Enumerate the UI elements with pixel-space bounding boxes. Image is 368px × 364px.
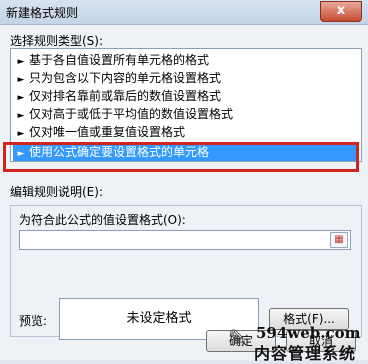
preview-text: 未设定格式 [126,311,192,326]
formula-label: 为符合此公式的值设置格式(O): [19,213,186,227]
preview-label: 预览: [19,314,48,328]
formula-input[interactable]: ▦ [19,230,351,250]
rule-type-item[interactable]: ► 仅对排名靠前或靠后的数值设置格式 [13,87,359,105]
arrow-right-icon: ► [17,129,25,139]
window-title: 新建格式规则 [6,6,79,20]
rule-type-item[interactable]: ► 只为包含以下内容的单元格设置格式 [13,69,359,87]
rule-type-item[interactable]: ► 仅对高于或低于平均值的数值设置格式 [13,105,359,123]
range-select-icon[interactable]: ▦ [330,232,348,248]
title-bar: 新建格式规则 x [0,0,368,25]
rule-type-label: 选择规则类型(S): [10,34,104,48]
edit-rule-label: 编辑规则说明(E): [10,185,103,199]
rule-description-group: 为符合此公式的值设置格式(O): ▦ 预览: 未设定格式 格式(F)... [10,205,362,340]
close-icon: x [336,3,346,18]
watermark: ✎ 594web.com 内容管理系统 [228,324,368,363]
close-button[interactable]: x [320,1,362,22]
rule-type-item[interactable]: ► 基于各自值设置所有单元格的格式 [13,51,359,69]
highlight-outline [3,142,359,172]
watermark-logo-icon: ✎ [228,326,247,351]
rule-type-item[interactable]: ► 仅对唯一值或重复值设置格式 [13,123,359,141]
watermark-text: 内容管理系统 [254,344,357,363]
dialog-body: 选择规则类型(S): ► 基于各自值设置所有单元格的格式 ► 只为包含以下内容的单元… [0,25,368,360]
